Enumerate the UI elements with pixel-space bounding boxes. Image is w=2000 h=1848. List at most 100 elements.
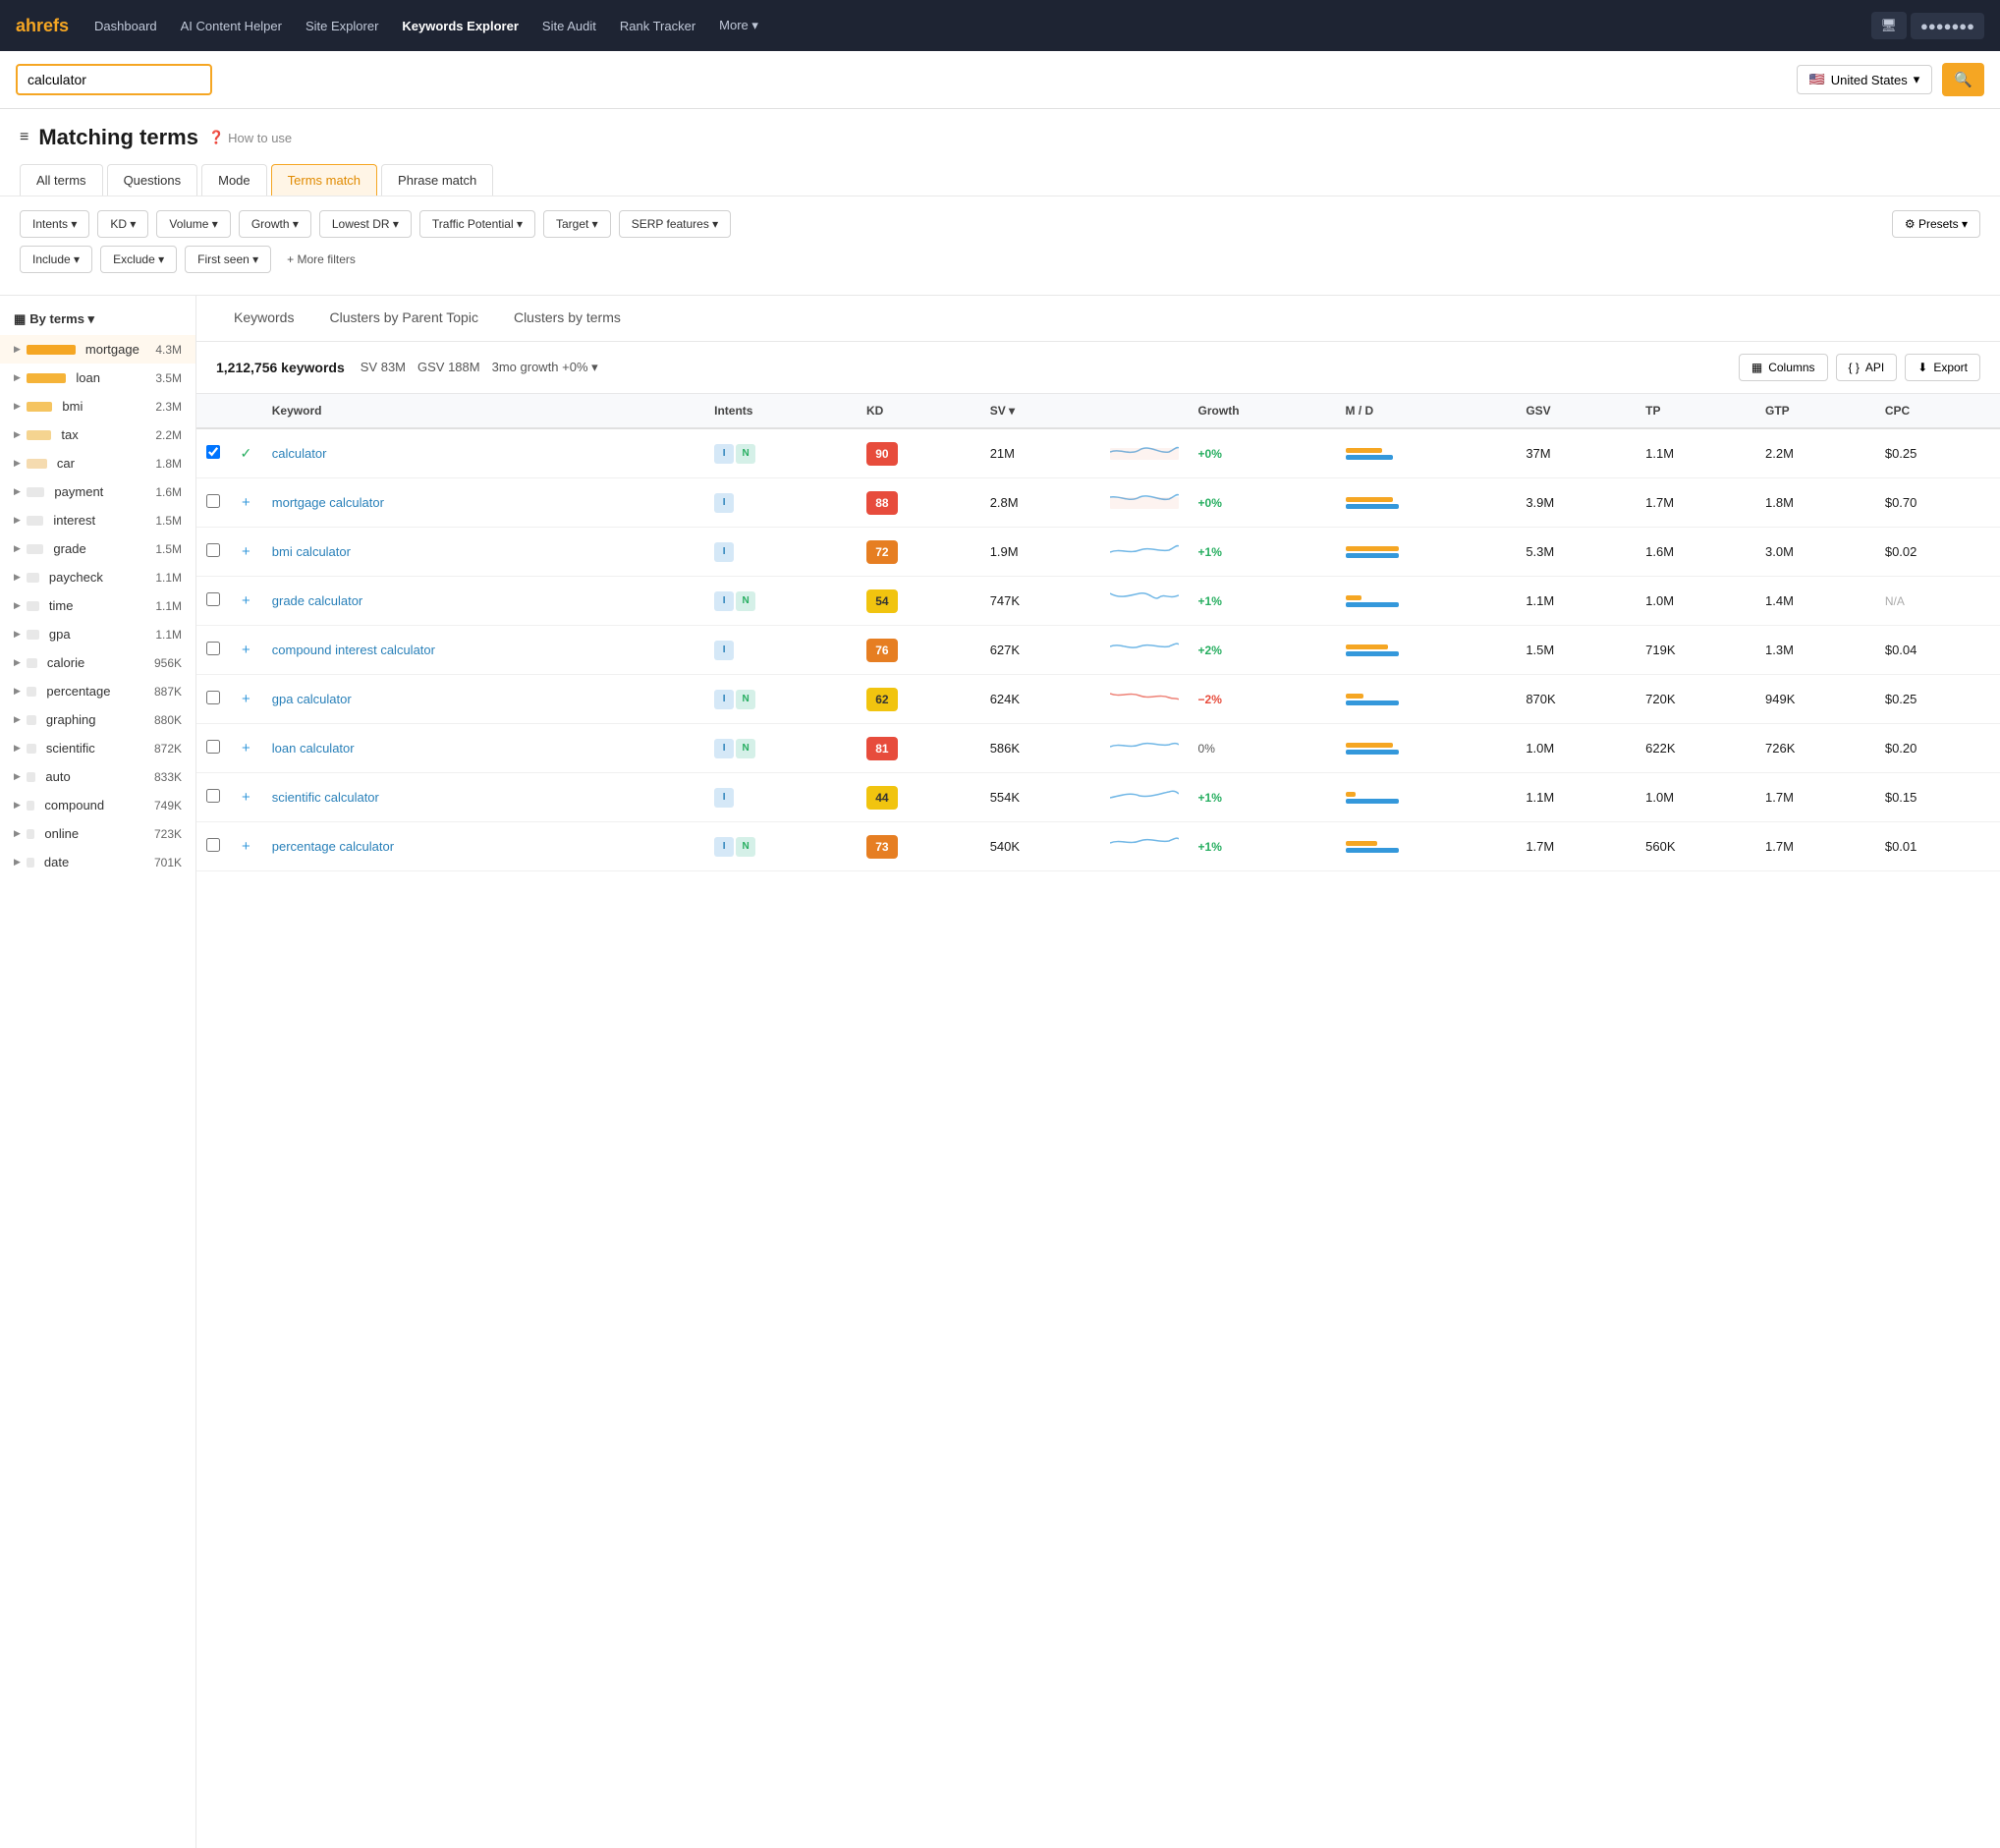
add-keyword-button[interactable]: + [240,642,252,658]
keyword-link[interactable]: loan calculator [272,741,355,756]
columns-button[interactable]: ▦ Columns [1739,354,1828,381]
row-checkbox[interactable] [206,445,220,459]
tab-mode[interactable]: Mode [201,164,267,196]
api-button[interactable]: { } API [1836,354,1898,381]
filter-include[interactable]: Include ▾ [20,246,92,273]
filter-intents[interactable]: Intents ▾ [20,210,89,238]
row-checkbox[interactable] [206,740,220,754]
add-keyword-button[interactable]: + [240,543,252,560]
cell-add[interactable]: + [230,724,262,773]
cell-checkbox[interactable] [196,478,230,528]
cell-add[interactable]: + [230,626,262,675]
cell-add[interactable]: + [230,577,262,626]
add-keyword-button[interactable]: + [240,789,252,806]
col-sv[interactable]: SV ▾ [980,394,1100,428]
row-checkbox[interactable] [206,592,220,606]
keyword-link[interactable]: grade calculator [272,593,363,608]
sidebar-item[interactable]: ▶ mortgage 4.3M [0,335,195,364]
keyword-link[interactable]: gpa calculator [272,692,352,706]
filter-exclude[interactable]: Exclude ▾ [100,246,177,273]
cell-add[interactable]: + [230,675,262,724]
sidebar-item[interactable]: ▶ paycheck 1.1M [0,563,195,591]
nav-dashboard[interactable]: Dashboard [84,13,167,39]
col-gtp[interactable]: GTP [1755,394,1875,428]
keyword-link[interactable]: compound interest calculator [272,643,435,657]
add-keyword-button[interactable]: + [240,494,252,511]
sub-tab-clusters-parent[interactable]: Clusters by Parent Topic [311,296,495,341]
search-input[interactable] [16,64,212,95]
sidebar-item[interactable]: ▶ percentage 887K [0,677,195,705]
cell-checkbox[interactable] [196,626,230,675]
filter-traffic-potential[interactable]: Traffic Potential ▾ [419,210,535,238]
cell-checkbox[interactable] [196,577,230,626]
row-checkbox[interactable] [206,494,220,508]
filter-growth[interactable]: Growth ▾ [239,210,311,238]
cell-checkbox[interactable] [196,822,230,871]
row-checkbox[interactable] [206,691,220,704]
nav-ai-content-helper[interactable]: AI Content Helper [171,13,292,39]
search-button[interactable]: 🔍 [1942,63,1984,96]
keyword-link[interactable]: mortgage calculator [272,495,384,510]
col-keyword[interactable]: Keyword [262,394,704,428]
filter-lowest-dr[interactable]: Lowest DR ▾ [319,210,412,238]
filter-first-seen[interactable]: First seen ▾ [185,246,271,273]
sidebar-item[interactable]: ▶ bmi 2.3M [0,392,195,420]
sidebar-item[interactable]: ▶ payment 1.6M [0,477,195,506]
nav-site-audit[interactable]: Site Audit [532,13,606,39]
nav-site-explorer[interactable]: Site Explorer [296,13,388,39]
sidebar-item[interactable]: ▶ tax 2.2M [0,420,195,449]
cell-checkbox[interactable] [196,675,230,724]
col-kd[interactable]: KD [857,394,980,428]
sidebar-item[interactable]: ▶ date 701K [0,848,195,876]
country-selector[interactable]: 🇺🇸 United States ▾ [1797,65,1933,94]
cell-checkbox[interactable] [196,428,230,478]
sidebar-item[interactable]: ▶ auto 833K [0,762,195,791]
sidebar-item[interactable]: ▶ online 723K [0,819,195,848]
row-checkbox[interactable] [206,543,220,557]
add-keyword-button[interactable]: + [240,838,252,855]
hamburger-icon[interactable]: ≡ [20,129,28,146]
row-checkbox[interactable] [206,642,220,655]
user-account-button[interactable]: ●●●●●●● [1911,13,1984,39]
keyword-link[interactable]: calculator [272,446,327,461]
filter-target[interactable]: Target ▾ [543,210,611,238]
add-keyword-button[interactable]: + [240,691,252,707]
sidebar-item[interactable]: ▶ car 1.8M [0,449,195,477]
how-to-use-link[interactable]: ❓ How to use [208,130,292,145]
add-keyword-button[interactable]: + [240,592,252,609]
col-md[interactable]: M / D [1336,394,1517,428]
nav-more[interactable]: More ▾ [709,12,768,39]
sidebar-item[interactable]: ▶ gpa 1.1M [0,620,195,648]
nav-rank-tracker[interactable]: Rank Tracker [610,13,705,39]
sidebar-item[interactable]: ▶ calorie 956K [0,648,195,677]
keyword-link[interactable]: percentage calculator [272,839,394,854]
tab-terms-match[interactable]: Terms match [271,164,377,196]
tab-all-terms[interactable]: All terms [20,164,103,196]
keyword-link[interactable]: scientific calculator [272,790,379,805]
add-keyword-button[interactable]: + [240,740,252,756]
filter-kd[interactable]: KD ▾ [97,210,148,238]
sidebar-item[interactable]: ▶ loan 3.5M [0,364,195,392]
sidebar-item[interactable]: ▶ interest 1.5M [0,506,195,534]
by-terms-button[interactable]: ▦ By terms ▾ [0,304,108,335]
tab-questions[interactable]: Questions [107,164,198,196]
filter-volume[interactable]: Volume ▾ [156,210,230,238]
sub-tab-clusters-terms[interactable]: Clusters by terms [496,296,639,341]
tab-phrase-match[interactable]: Phrase match [381,164,493,196]
sidebar-item[interactable]: ▶ scientific 872K [0,734,195,762]
cell-add[interactable]: ✓ [230,428,262,478]
presets-button[interactable]: ⚙ Presets ▾ [1892,210,1980,238]
export-button[interactable]: ⬇ Export [1905,354,1980,381]
monitor-button[interactable]: 🖥 [1871,12,1908,39]
row-checkbox[interactable] [206,789,220,803]
sidebar-item[interactable]: ▶ time 1.1M [0,591,195,620]
col-growth[interactable]: Growth [1189,394,1336,428]
cell-add[interactable]: + [230,822,262,871]
sidebar-item[interactable]: ▶ graphing 880K [0,705,195,734]
col-gsv[interactable]: GSV [1516,394,1636,428]
sub-tab-keywords[interactable]: Keywords [216,296,311,341]
col-tp[interactable]: TP [1636,394,1755,428]
cell-add[interactable]: + [230,528,262,577]
cell-checkbox[interactable] [196,773,230,822]
sidebar-item[interactable]: ▶ compound 749K [0,791,195,819]
